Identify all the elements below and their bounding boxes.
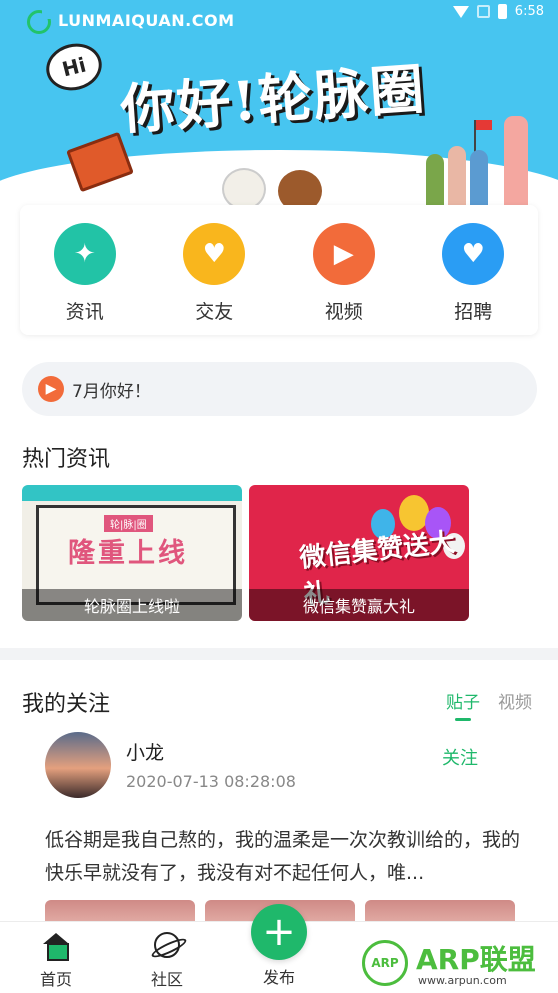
hi-speech-bubble: Hi [41, 37, 107, 97]
nav-label: 发布 [262, 968, 295, 987]
nav-home[interactable]: 首页 [16, 930, 96, 990]
nav-label: 社区 [150, 970, 183, 989]
nav-publish[interactable]: 发布 [239, 958, 319, 988]
quick-nav-label: 视频 [324, 301, 363, 323]
handshake-heart-icon: ♥ [183, 223, 246, 285]
quick-nav-label: 资讯 [65, 301, 104, 323]
quick-nav-news[interactable]: ✦ 资讯 [20, 205, 150, 335]
person-illustration [470, 150, 488, 208]
news-card[interactable]: 轮|脉|圈 隆重上线 轮脉圈上线啦 [22, 485, 242, 621]
brown-bear-illustration [278, 170, 322, 208]
following-title: 我的关注 [22, 692, 111, 717]
site-name: LUNMAIQUAN.COM [58, 11, 235, 30]
people-illustration [426, 112, 536, 208]
news-image-tag: 轮|脉|圈 [104, 515, 153, 532]
news-image-stripe [22, 485, 242, 501]
tab-videos[interactable]: 视频 [498, 688, 532, 713]
home-icon [41, 930, 71, 961]
status-time: 6:58 [514, 4, 544, 19]
news-image-text: 隆重上线 [68, 538, 188, 569]
quick-nav-jobs[interactable]: ♥ 招聘 [409, 205, 539, 335]
wifi-icon [452, 5, 469, 18]
tab-posts[interactable]: 贴子 [446, 688, 480, 713]
quick-nav-label: 招聘 [454, 301, 493, 323]
banner-title: 你好!轮脉圈 [118, 56, 428, 142]
publish-button[interactable]: + [251, 904, 307, 960]
post-timestamp: 2020-07-13 08:28:08 [126, 772, 296, 791]
person-illustration [426, 154, 444, 208]
running-person-icon: ✦ [53, 223, 116, 285]
avatar[interactable] [45, 732, 111, 798]
post-username[interactable]: 小龙 [126, 738, 164, 765]
post-text[interactable]: 低谷期是我自己熬的，我的温柔是一次次教训给的，我的快乐早就没有了，我没有对不起任… [45, 824, 523, 890]
quick-nav-friends[interactable]: ♥ 交友 [150, 205, 280, 335]
section-divider [0, 648, 558, 660]
status-bar: LUNMAIQUAN.COM 6:58 [0, 0, 558, 34]
hot-news-title: 热门资讯 [22, 447, 111, 472]
person-illustration [448, 146, 466, 208]
quick-nav-card: ✦ 资讯 ♥ 交友 ▶ 视频 ♥ 招聘 [20, 205, 538, 335]
nav-label: 首页 [39, 970, 72, 989]
battery-icon [497, 4, 507, 19]
news-caption: 微信集赞赢大礼 [249, 589, 469, 621]
money-heart-icon: ♥ [442, 223, 505, 285]
white-bear-illustration [222, 168, 266, 208]
following-tabs: 贴子 视频 [446, 688, 532, 713]
news-caption: 轮脉圈上线啦 [22, 589, 242, 621]
watermark-badge: ARP [362, 940, 408, 986]
follow-button[interactable]: 关注 [442, 744, 478, 770]
megaphone-icon: ▶ [38, 376, 64, 402]
quick-nav-video[interactable]: ▶ 视频 [279, 205, 409, 335]
news-card[interactable]: 微信集赞送大礼 微信集赞赢大礼 [249, 485, 469, 621]
top-banner[interactable]: LUNMAIQUAN.COM 6:58 Hi 你好!轮脉圈 [0, 0, 558, 208]
plus-icon: + [262, 909, 296, 955]
watermark-url: www.arpun.com [418, 974, 507, 987]
video-camera-icon: ▶ [312, 223, 375, 285]
watermark-title: ARP联盟 [416, 943, 536, 976]
site-logo-icon [27, 10, 51, 34]
announcement-bar[interactable]: ▶ 7月你好！ [22, 362, 537, 416]
no-sim-icon [476, 5, 490, 18]
planet-icon [152, 930, 182, 960]
person-illustration [504, 116, 528, 208]
status-icons: 6:58 [452, 4, 544, 19]
announcement-text: 7月你好！ [72, 381, 151, 402]
quick-nav-label: 交友 [195, 301, 234, 323]
watermark: ARP ARP联盟 www.arpun.com [362, 938, 554, 990]
nav-community[interactable]: 社区 [127, 930, 207, 990]
